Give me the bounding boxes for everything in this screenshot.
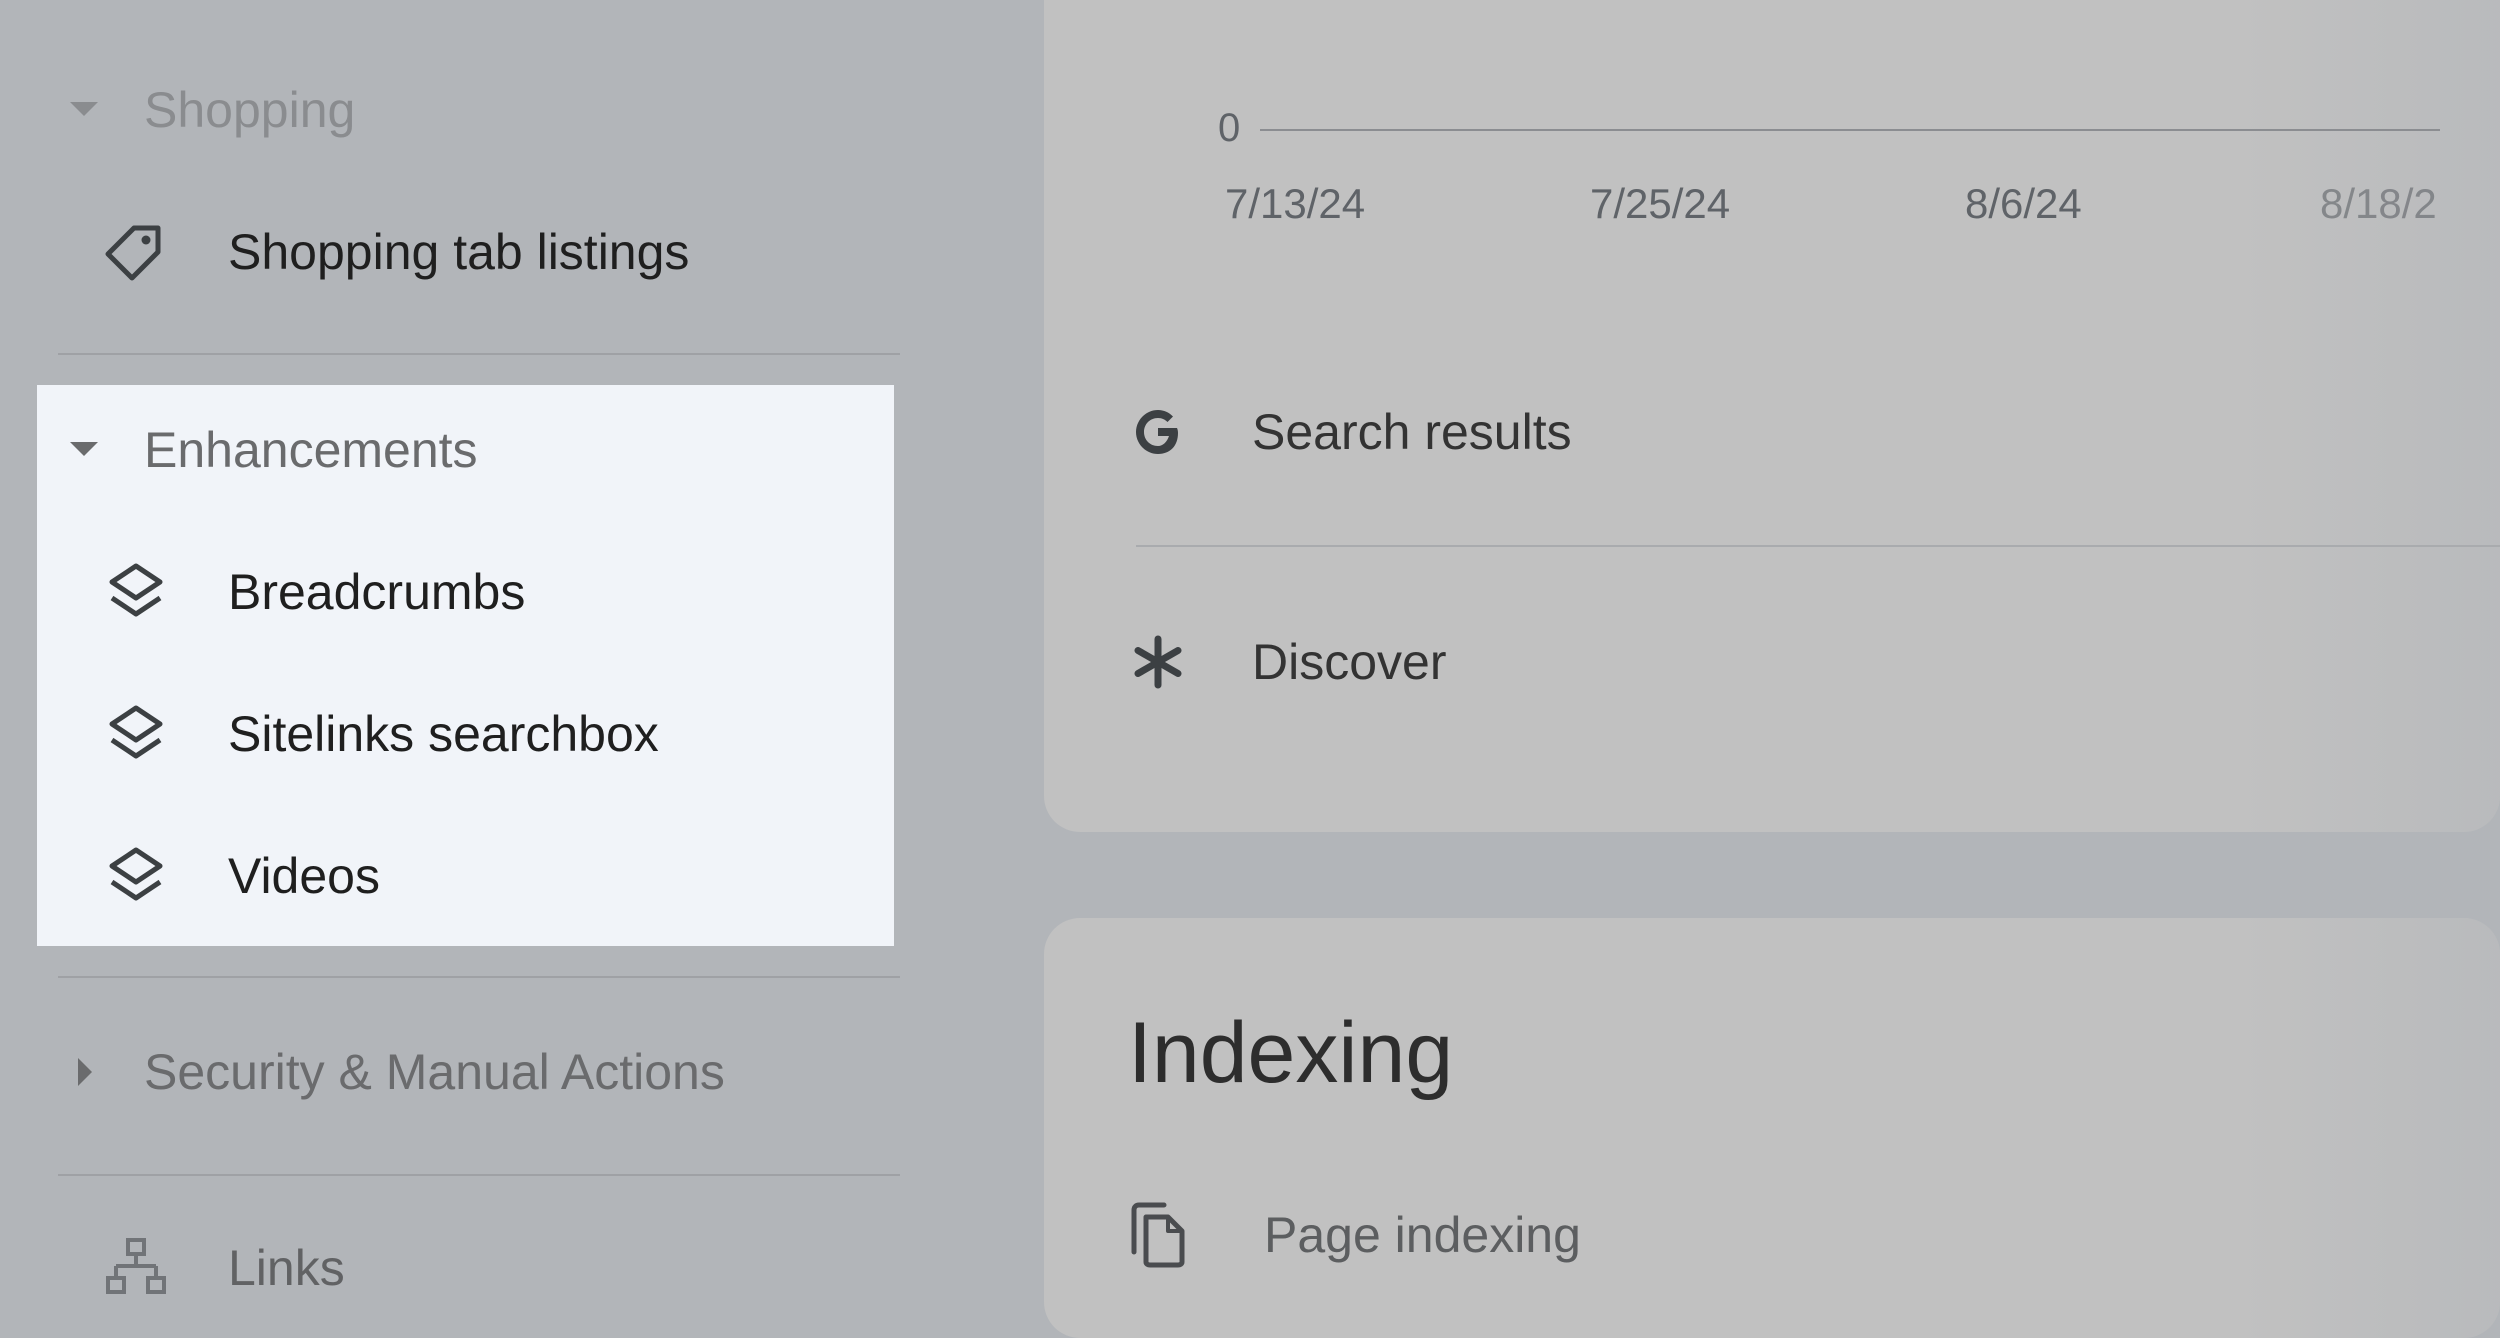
section-header-enhancements[interactable]: Enhancements (70, 410, 478, 490)
section-header-security[interactable]: Security & Manual Actions (70, 1032, 725, 1112)
card-fade-overlay (2240, 918, 2500, 1338)
indexing-title: Indexing (1128, 1005, 1454, 1101)
asterisk-icon (1128, 632, 1188, 692)
section-title-enhancements: Enhancements (144, 422, 478, 478)
tag-icon (100, 216, 172, 288)
sidebar-item-label: Links (228, 1240, 345, 1296)
sidebar-item-shopping-tab-listings[interactable]: Shopping tab listings (100, 202, 689, 302)
sidebar-item-breadcrumbs[interactable]: Breadcrumbs (100, 542, 525, 642)
sidebar-item-label: Videos (228, 848, 380, 904)
sidebar-item-label: Sitelinks searchbox (228, 706, 659, 762)
x-tick-label: 7/13/24 (1225, 180, 1366, 227)
x-tick-label: 8/18/2 (2320, 180, 2437, 227)
sidebar-divider (58, 353, 900, 355)
layers-icon (100, 556, 172, 628)
discover-row[interactable]: Discover (1128, 612, 1446, 712)
page-indexing-label: Page indexing (1264, 1207, 1581, 1263)
google-g-icon (1128, 402, 1188, 462)
discover-label: Discover (1252, 634, 1447, 690)
page-indexing-row[interactable]: Page indexing (1128, 1185, 1581, 1285)
copy-pages-icon (1128, 1202, 1188, 1268)
layers-icon (100, 840, 172, 912)
caret-down-icon (70, 436, 98, 464)
caret-right-icon (70, 1058, 98, 1086)
x-tick-label: 8/6/24 (1965, 180, 2082, 227)
sidebar-item-label: Shopping tab listings (228, 224, 690, 280)
chart-baseline (1260, 129, 2440, 131)
layers-icon (100, 698, 172, 770)
sidebar-item-sitelinks-searchbox[interactable]: Sitelinks searchbox (100, 684, 659, 784)
x-tick-label: 7/25/24 (1590, 180, 1731, 227)
sidebar-nav: Shopping Shopping tab listings Enhanceme… (0, 0, 980, 1338)
section-title-shopping: Shopping (144, 82, 356, 138)
performance-chart: 0 7/13/24 7/25/24 8/6/24 8/18/2 (1160, 90, 2500, 240)
y-tick-label: 0 (1218, 106, 1241, 150)
sitemap-icon (100, 1232, 172, 1304)
sidebar-item-label: Breadcrumbs (228, 564, 526, 620)
search-results-label: Search results (1252, 404, 1572, 460)
section-title-security: Security & Manual Actions (144, 1044, 725, 1100)
sidebar-item-links[interactable]: Links (100, 1218, 345, 1318)
sidebar-divider (58, 1174, 900, 1176)
card-divider (1136, 545, 2500, 547)
sidebar-item-videos[interactable]: Videos (100, 826, 380, 926)
search-results-row[interactable]: Search results (1128, 382, 1572, 482)
caret-down-icon (70, 96, 98, 124)
sidebar-divider (58, 976, 900, 978)
section-header-shopping[interactable]: Shopping (70, 70, 355, 150)
